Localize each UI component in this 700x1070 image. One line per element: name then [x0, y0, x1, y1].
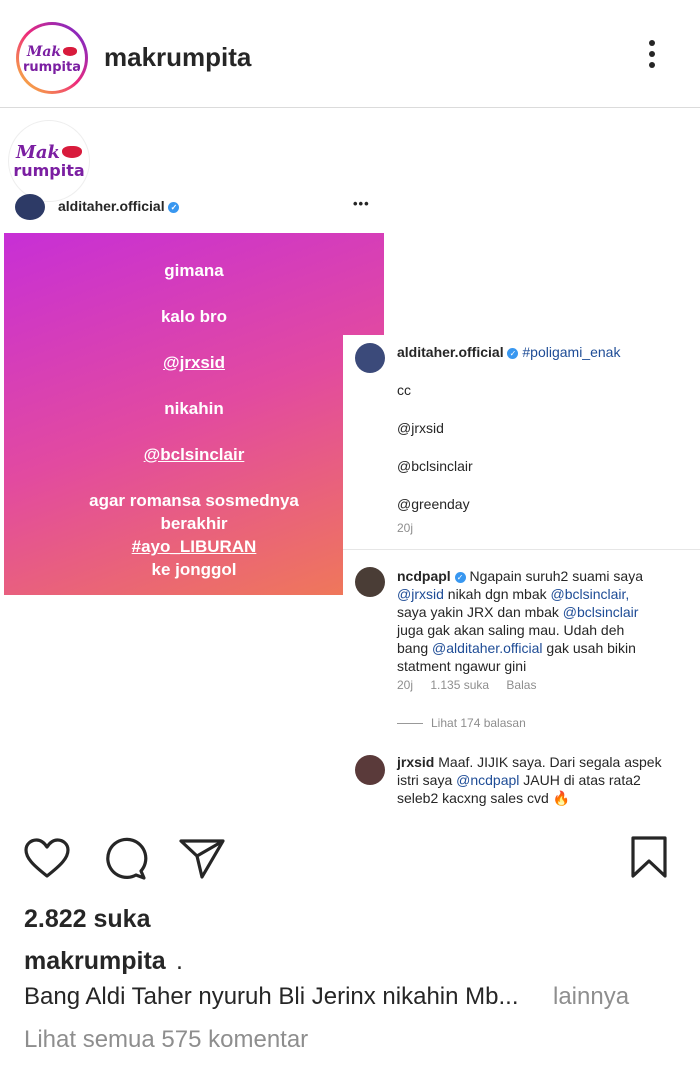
square-line: @jrxsid [163, 353, 225, 372]
square-line: ke jonggol [151, 560, 237, 579]
logo-text-bottom: rumpita [23, 59, 81, 75]
bookmark-icon[interactable] [630, 835, 668, 879]
caption-username[interactable]: makrumpita [24, 947, 166, 976]
inner-username: alditaher.official [58, 198, 165, 214]
comment-line: @greenday [397, 496, 470, 512]
heart-icon[interactable] [23, 837, 71, 879]
verified-icon: ✓ [168, 201, 180, 213]
caption-text: Bang Aldi Taher nyuruh Bli Jerinx nikahi… [24, 983, 519, 1010]
inner-more-icon: ••• [353, 196, 370, 211]
verified-icon: ✓ [454, 571, 466, 583]
commenter-avatar [355, 343, 385, 373]
comment-time: 20j [397, 678, 414, 692]
view-all-comments-link[interactable]: Lihat semua 575 komentar [24, 1026, 308, 1054]
more-vertical-icon[interactable] [640, 40, 664, 76]
profile-avatar[interactable]: Mak rumpita [16, 22, 88, 94]
inner-avatar [15, 194, 45, 220]
caption-suffix: . [176, 947, 183, 975]
comment-line: @bclsinclair [397, 458, 473, 474]
commenter-avatar [355, 755, 385, 785]
comment-username: alditaher.official [397, 344, 504, 360]
logo-text-top: Mak [26, 43, 62, 60]
reply-button: Balas [506, 678, 537, 692]
comment-line: @jrxsid [397, 420, 444, 436]
post-header: Mak rumpita makrumpita [0, 0, 700, 108]
square-line: agar romansa sosmednya [89, 491, 299, 510]
share-icon[interactable] [178, 836, 226, 880]
comment-username: ncdpapl [397, 568, 451, 584]
square-line: #ayo_LIBURAN [131, 537, 257, 556]
view-replies: Lihat 174 balasan [431, 716, 526, 730]
quote-square: gimana kalo bro @jrxsid nikahin @bclsinc… [4, 233, 384, 595]
comments-screenshot: alditaher.official ✓ #poligami_enak cc @… [343, 335, 700, 815]
caption-more-link[interactable]: lainnya [553, 983, 629, 1011]
divider [343, 549, 700, 550]
comment-line: cc [397, 382, 411, 398]
comment-icon[interactable] [100, 835, 148, 881]
square-line: nikahin [164, 399, 224, 418]
commenter-avatar [355, 567, 385, 597]
square-line: gimana [164, 261, 224, 280]
verified-icon: ✓ [507, 347, 519, 359]
likes-count[interactable]: 2.822 suka [24, 905, 151, 934]
comment-time: 20j [397, 521, 414, 535]
comment-hashtag: #poligami_enak [522, 344, 621, 360]
square-line: berakhir [160, 514, 228, 533]
square-line: @bclsinclair [143, 445, 245, 464]
inner-logo: Mak rumpita [8, 120, 90, 202]
comment-likes: 1.135 suka [430, 678, 490, 692]
square-line: kalo bro [160, 307, 228, 326]
comment-username: jrxsid [397, 754, 435, 770]
post-username[interactable]: makrumpita [104, 42, 251, 73]
